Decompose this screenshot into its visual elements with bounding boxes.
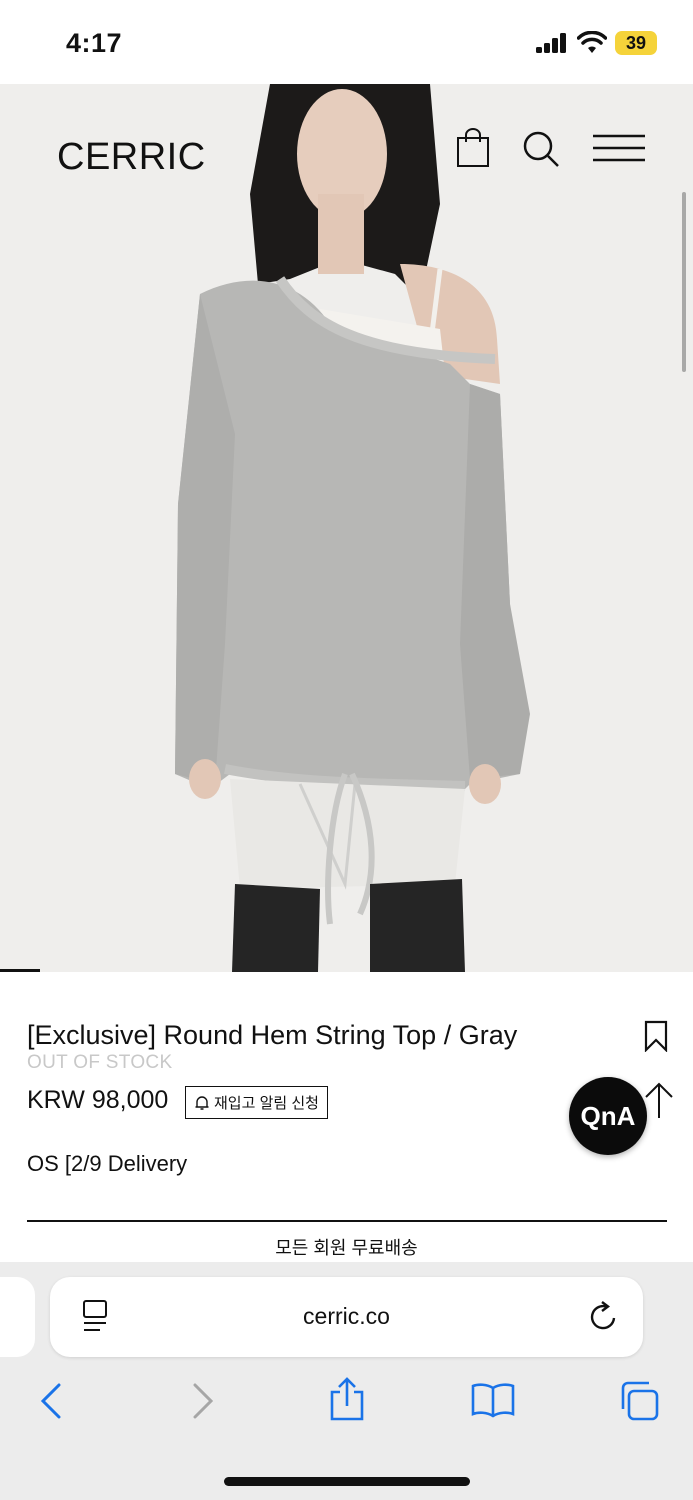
shopping-bag-icon[interactable] [456, 128, 490, 168]
wifi-icon [577, 31, 607, 53]
back-icon[interactable] [38, 1382, 64, 1420]
free-shipping-notice: 모든 회원 무료배송 [275, 1238, 418, 1258]
product-price: KRW 98,000 [27, 1086, 169, 1114]
restock-alert-label: 재입고 알림 신청 [214, 1095, 319, 1112]
previous-tab-preview[interactable] [0, 1277, 35, 1357]
signal-icon [536, 33, 568, 53]
home-indicator [224, 1477, 470, 1486]
search-icon[interactable] [522, 130, 560, 168]
url-bar[interactable]: cerric.co [50, 1277, 643, 1357]
brand-logo[interactable]: CERRIC [57, 136, 206, 179]
forward-icon[interactable] [190, 1382, 216, 1420]
scroll-top-icon[interactable] [642, 1080, 676, 1120]
delivery-info: OS [2/9 Delivery [27, 1151, 188, 1176]
qna-button[interactable]: QnA [569, 1077, 647, 1155]
product-title: [Exclusive] Round Hem String Top / Gray [27, 1020, 518, 1050]
status-time: 4:17 [66, 28, 123, 58]
page: 4:17 39 CERRIC [Exclusive] Round Hem Str… [0, 0, 693, 1500]
product-image[interactable] [0, 84, 693, 972]
tabs-icon[interactable] [618, 1380, 660, 1422]
bookmark-icon[interactable] [644, 1020, 668, 1052]
image-carousel-progress [0, 969, 40, 972]
reload-icon[interactable] [588, 1300, 620, 1334]
scroll-indicator[interactable] [682, 192, 686, 372]
stock-status: OUT OF STOCK [27, 1052, 173, 1073]
model-photo [0, 84, 693, 972]
menu-icon[interactable] [593, 134, 645, 164]
bookmarks-icon[interactable] [470, 1382, 516, 1418]
restock-alert-button[interactable]: 재입고 알림 신청 [185, 1086, 328, 1119]
url-text[interactable]: cerric.co [50, 1303, 643, 1330]
battery-icon: 39 [615, 31, 657, 55]
divider [27, 1220, 667, 1222]
share-icon[interactable] [328, 1376, 366, 1422]
status-bar: 4:17 39 [0, 0, 693, 84]
bell-icon [195, 1095, 209, 1110]
